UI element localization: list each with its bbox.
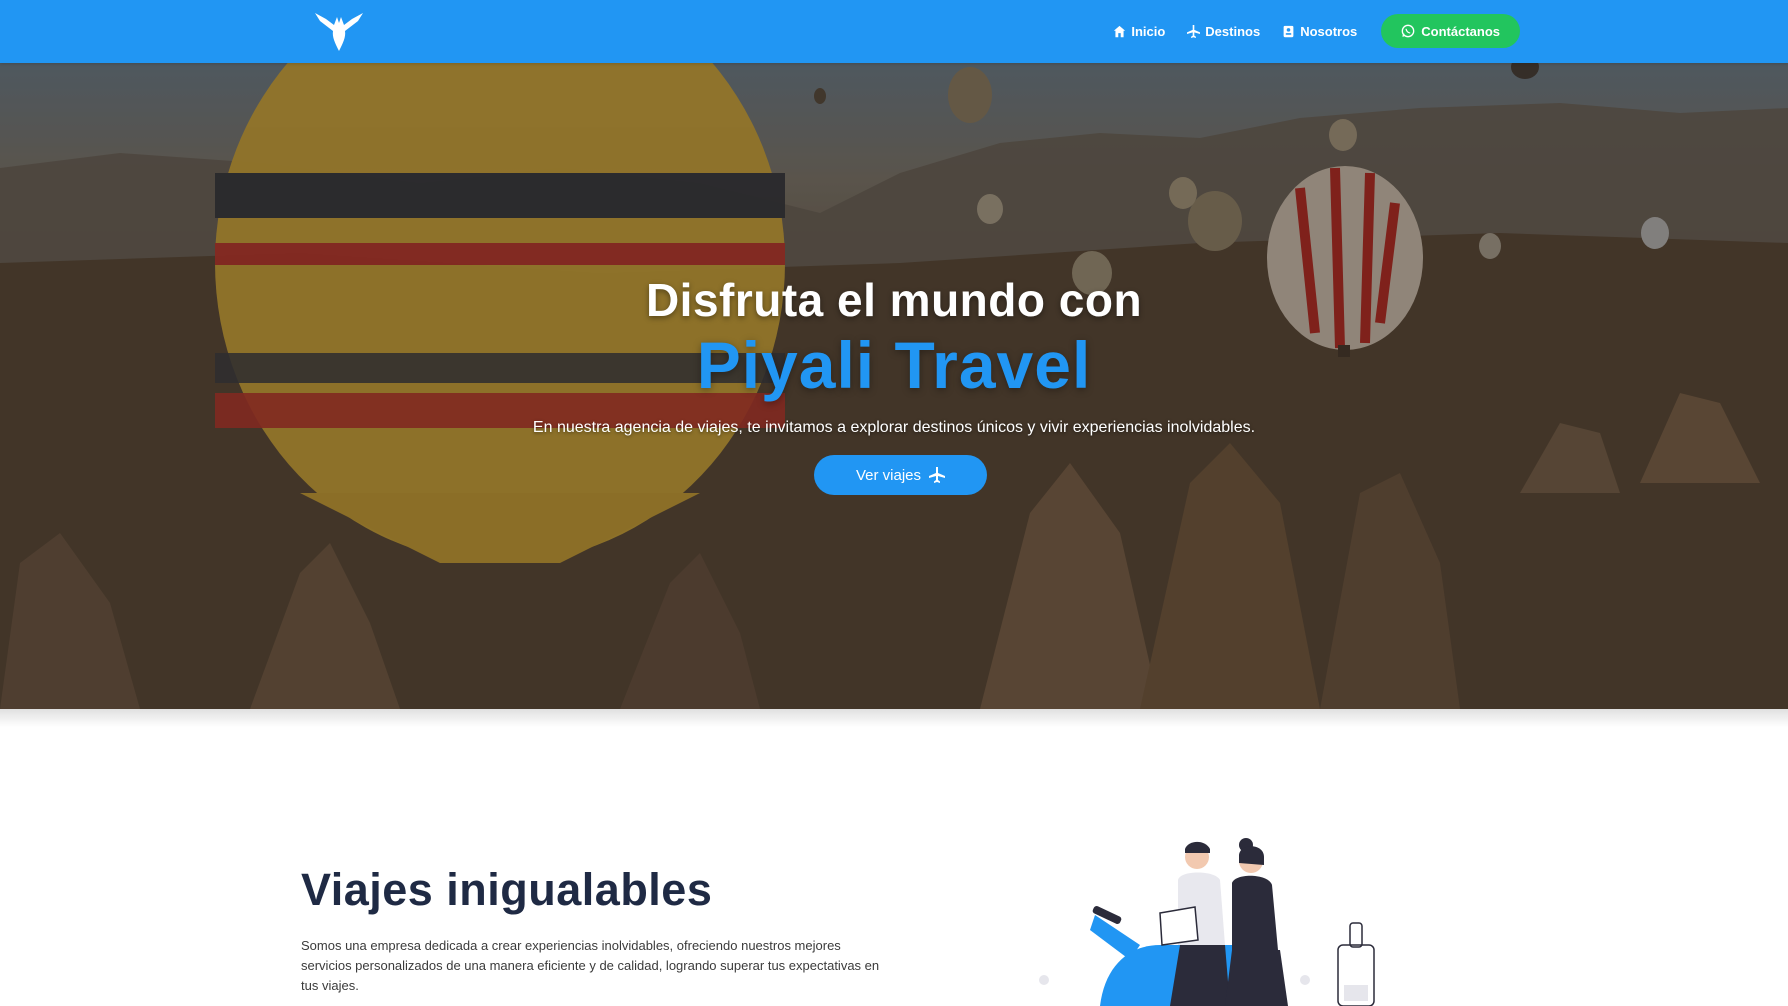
hero-shadow (0, 709, 1788, 727)
about-text: Somos una empresa dedicada a crear exper… (301, 938, 880, 993)
contact-button-label: Contáctanos (1421, 23, 1500, 39)
contact-button[interactable]: Contáctanos (1381, 14, 1520, 48)
id-card-icon (1282, 25, 1295, 38)
bird-icon (315, 13, 363, 51)
hero-title: Disfruta el mundo con (645, 274, 1143, 326)
about-title: Viajes inigualables (301, 864, 713, 915)
view-trips-button[interactable]: Ver viajes (814, 455, 987, 495)
plane-icon (929, 467, 946, 483)
hero-brand-title: Piyali Travel (696, 328, 1092, 402)
nav-item-label: Destinos (1205, 23, 1261, 39)
nav-item-label: Inicio (1131, 23, 1166, 39)
whatsapp-icon (1401, 24, 1415, 38)
home-icon (1113, 25, 1126, 38)
hero-subtitle: En nuestra agencia de viajes, te invitam… (532, 419, 1256, 436)
couple-on-scooter-illustration (1039, 838, 1375, 1006)
hero-section: Disfruta el mundo con Piyali Travel En n… (0, 63, 1788, 709)
nav-item-nosotros[interactable]: Nosotros (1282, 24, 1357, 39)
navbar: Inicio Destinos Nosotros Contáctanos (0, 0, 1788, 63)
brand-logo[interactable] (310, 9, 368, 55)
view-trips-label: Ver viajes (855, 466, 922, 484)
nav-item-inicio[interactable]: Inicio (1113, 24, 1165, 39)
hero-content: Disfruta el mundo con Piyali Travel En n… (0, 63, 1788, 709)
plane-icon (1187, 24, 1201, 38)
nav-item-destinos[interactable]: Destinos (1187, 24, 1260, 39)
nav-item-label: Nosotros (1300, 23, 1358, 39)
nav-menu: Inicio Destinos Nosotros Contáctanos (1113, 13, 1520, 49)
